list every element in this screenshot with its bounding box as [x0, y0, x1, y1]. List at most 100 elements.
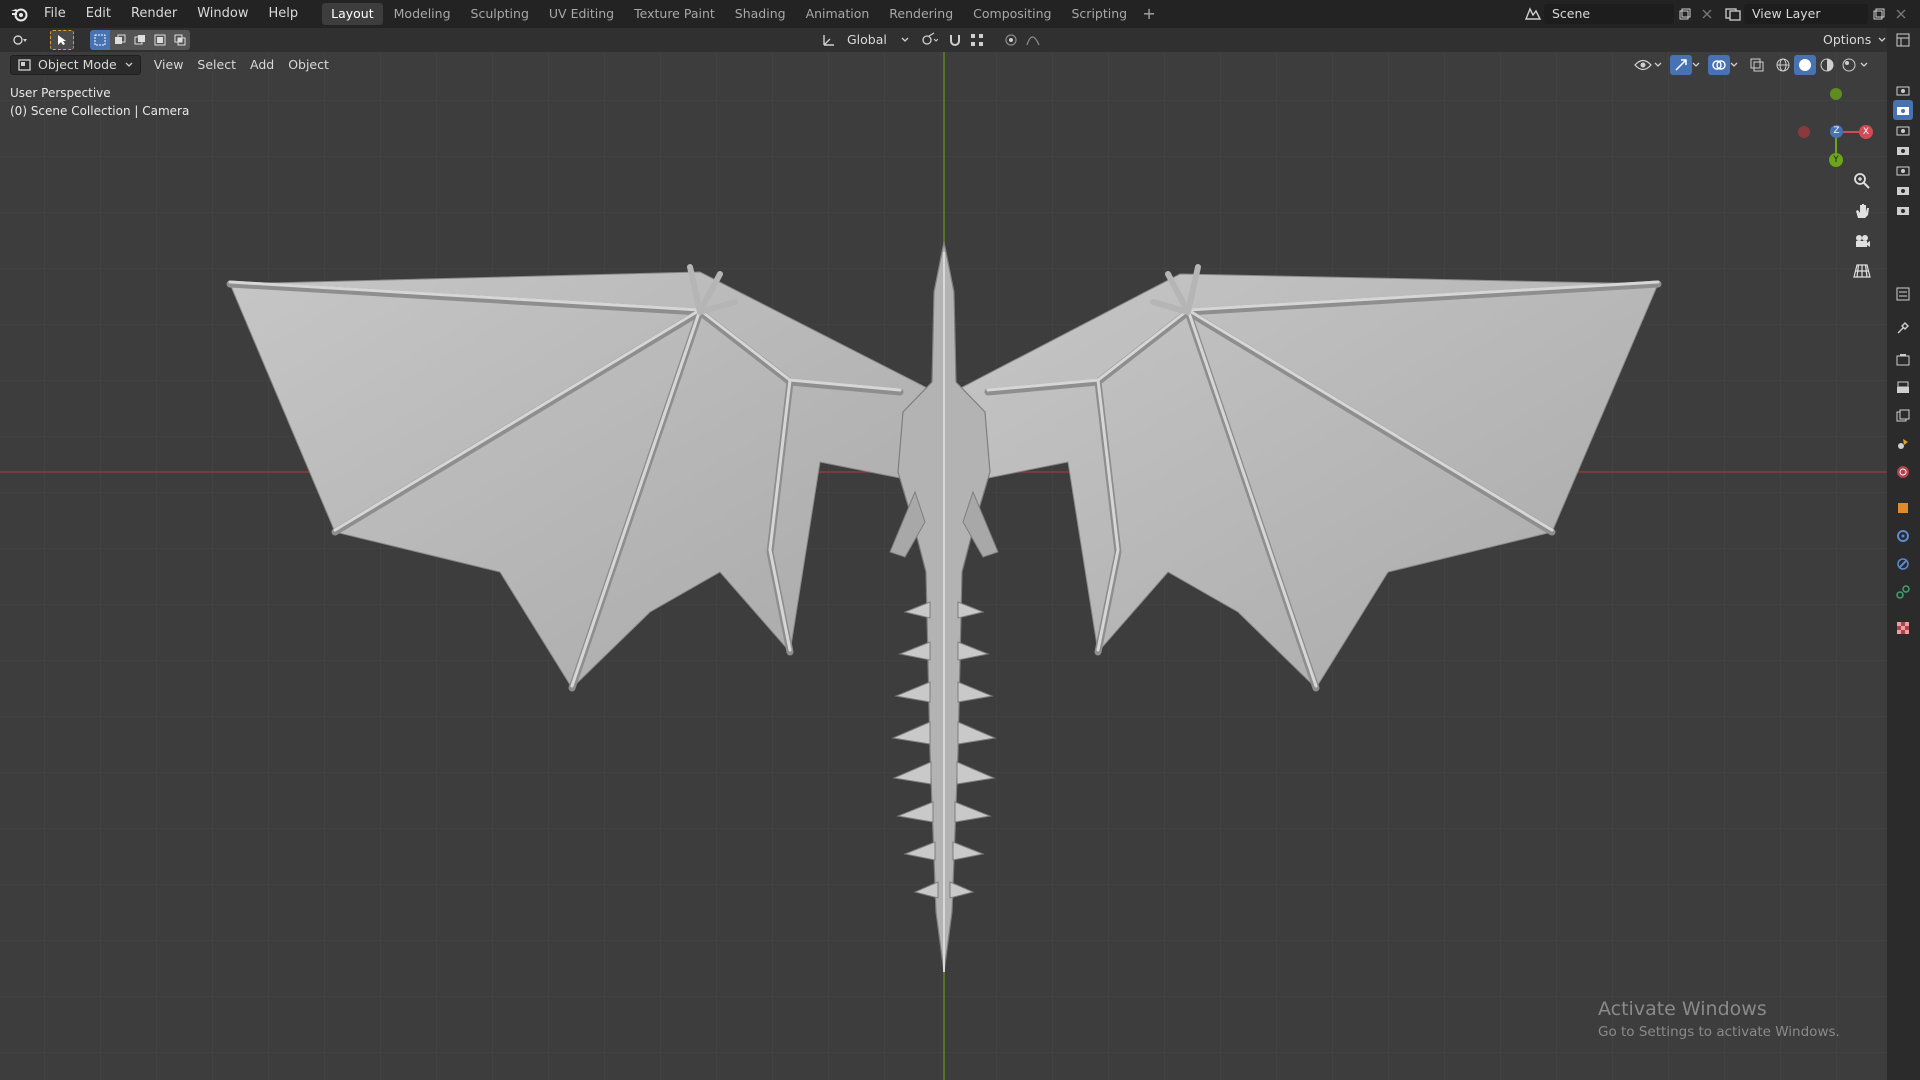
scene-selector: Scene — [1522, 3, 1718, 25]
gizmo-z-axis[interactable]: Z — [1830, 125, 1843, 138]
workspace-tabs: Layout Modeling Sculpting UV Editing Tex… — [322, 0, 1160, 28]
chevron-down-icon — [1878, 37, 1886, 42]
chevron-down-icon — [1654, 62, 1662, 67]
chevron-down-icon — [125, 62, 133, 67]
selection-mode-group — [90, 30, 190, 50]
camera-restrict-icon[interactable] — [1893, 80, 1913, 100]
add-workspace-button[interactable]: + — [1138, 3, 1160, 25]
tab-texture-paint[interactable]: Texture Paint — [625, 3, 724, 25]
view-menu[interactable]: View — [147, 55, 191, 75]
menu-render[interactable]: Render — [121, 0, 187, 28]
main-menu: File Edit Render Window Help — [34, 0, 308, 28]
camera-restrict-icon[interactable] — [1893, 140, 1913, 160]
snap-icon[interactable] — [944, 30, 966, 50]
object-menu[interactable]: Object — [281, 55, 336, 75]
gizmo-x-axis[interactable]: X — [1859, 125, 1873, 139]
properties-edge-strip — [1887, 28, 1920, 1080]
tab-compositing[interactable]: Compositing — [964, 3, 1060, 25]
menu-window[interactable]: Window — [187, 0, 258, 28]
camera-restrict-icon[interactable] — [1893, 180, 1913, 200]
view-layer-icon[interactable] — [1722, 4, 1744, 24]
falloff-curve-icon[interactable] — [1022, 30, 1044, 50]
zoom-icon[interactable] — [1849, 168, 1875, 194]
proportional-edit-icon[interactable] — [1000, 30, 1022, 50]
view-layer-properties-icon[interactable] — [1893, 406, 1913, 426]
physics-properties-icon[interactable] — [1893, 554, 1913, 574]
tool-properties-icon[interactable] — [1893, 318, 1913, 338]
camera-restrict-icon[interactable] — [1893, 200, 1913, 220]
gizmo-toggle-icon[interactable] — [1670, 55, 1692, 75]
tab-modeling[interactable]: Modeling — [385, 3, 460, 25]
tool-settings-bar: Global Options — [0, 28, 1920, 52]
object-mode-label: Object Mode — [38, 57, 117, 72]
new-scene-icon[interactable] — [1674, 4, 1696, 24]
tab-animation[interactable]: Animation — [797, 3, 879, 25]
orientation-axes-icon — [818, 30, 840, 50]
wireframe-shading-icon[interactable] — [1772, 55, 1794, 75]
add-menu[interactable]: Add — [243, 55, 281, 75]
options-dropdown[interactable]: Options — [1816, 30, 1878, 50]
tab-shading[interactable]: Shading — [726, 3, 795, 25]
select-menu[interactable]: Select — [190, 55, 243, 75]
select-new-icon[interactable] — [90, 30, 110, 50]
material-preview-icon[interactable] — [1816, 55, 1838, 75]
solid-shading-icon[interactable] — [1794, 55, 1816, 75]
snap-increment-icon[interactable] — [966, 30, 988, 50]
3d-viewport[interactable]: User Perspective (0) Scene Collection | … — [0, 52, 1887, 1080]
world-properties-icon[interactable] — [1893, 462, 1913, 482]
rendered-shading-icon[interactable] — [1838, 55, 1860, 75]
tab-rendering[interactable]: Rendering — [880, 3, 962, 25]
navigation-gizmo[interactable]: Z X Y — [1790, 88, 1873, 178]
select-invert-icon[interactable] — [150, 30, 170, 50]
select-tool-icon[interactable] — [50, 30, 74, 50]
camera-view-icon[interactable] — [1849, 228, 1875, 254]
top-bar: File Edit Render Window Help Layout Mode… — [0, 0, 1920, 28]
tab-scripting[interactable]: Scripting — [1063, 3, 1137, 25]
outliner-icon[interactable] — [1893, 30, 1913, 50]
render-properties-icon[interactable] — [1893, 350, 1913, 370]
output-properties-icon[interactable] — [1893, 378, 1913, 398]
camera-restrict-icon[interactable] — [1893, 120, 1913, 140]
scene-name-field[interactable]: Scene — [1544, 4, 1674, 24]
transform-orientation-group: Global — [818, 30, 1044, 50]
tab-layout[interactable]: Layout — [322, 3, 383, 25]
select-intersect-icon[interactable] — [170, 30, 190, 50]
chevron-down-icon — [1692, 62, 1700, 67]
modifier-properties-icon[interactable] — [1893, 526, 1913, 546]
object-properties-icon[interactable] — [1893, 498, 1913, 518]
scene-icon[interactable] — [1522, 4, 1544, 24]
blender-logo-icon[interactable] — [8, 3, 30, 25]
menu-edit[interactable]: Edit — [76, 0, 121, 28]
view-layer-field[interactable]: View Layer — [1744, 4, 1868, 24]
scene-properties-icon[interactable] — [1893, 434, 1913, 454]
xray-toggle-icon[interactable] — [1746, 55, 1768, 75]
tab-sculpting[interactable]: Sculpting — [462, 3, 538, 25]
viewport-display-controls — [1632, 55, 1868, 75]
transform-orientation-dropdown[interactable]: Global — [840, 30, 900, 50]
delete-scene-icon[interactable] — [1696, 4, 1718, 24]
viewport-header: Object Mode View Select Add Object — [0, 52, 1887, 78]
select-subtract-icon[interactable] — [130, 30, 150, 50]
new-view-layer-icon[interactable] — [1868, 4, 1890, 24]
properties-editor-icon[interactable] — [1893, 284, 1913, 304]
camera-restrict-icon[interactable] — [1893, 160, 1913, 180]
object-mode-dropdown[interactable]: Object Mode — [10, 55, 141, 75]
constraint-properties-icon[interactable] — [1893, 582, 1913, 602]
activate-windows-title: Activate Windows — [1598, 998, 1767, 1020]
chevron-down-icon — [1860, 62, 1868, 67]
select-extend-icon[interactable] — [110, 30, 130, 50]
pan-hand-icon[interactable] — [1849, 198, 1875, 224]
menu-file[interactable]: File — [34, 0, 76, 28]
tab-uv-editing[interactable]: UV Editing — [540, 3, 623, 25]
texture-properties-icon[interactable] — [1893, 618, 1913, 638]
visibility-eye-icon[interactable] — [1632, 55, 1654, 75]
menu-help[interactable]: Help — [259, 0, 309, 28]
camera-restrict-active-icon[interactable] — [1893, 100, 1913, 120]
pivot-point-icon[interactable] — [918, 30, 940, 50]
gizmo-y-axis[interactable]: Y — [1829, 153, 1843, 167]
delete-view-layer-icon[interactable] — [1890, 4, 1912, 24]
overlays-toggle-icon[interactable] — [1708, 55, 1730, 75]
perspective-toggle-icon[interactable] — [1849, 258, 1875, 284]
editor-type-icon[interactable] — [10, 30, 32, 50]
viewport-canvas[interactable] — [0, 52, 1887, 1080]
